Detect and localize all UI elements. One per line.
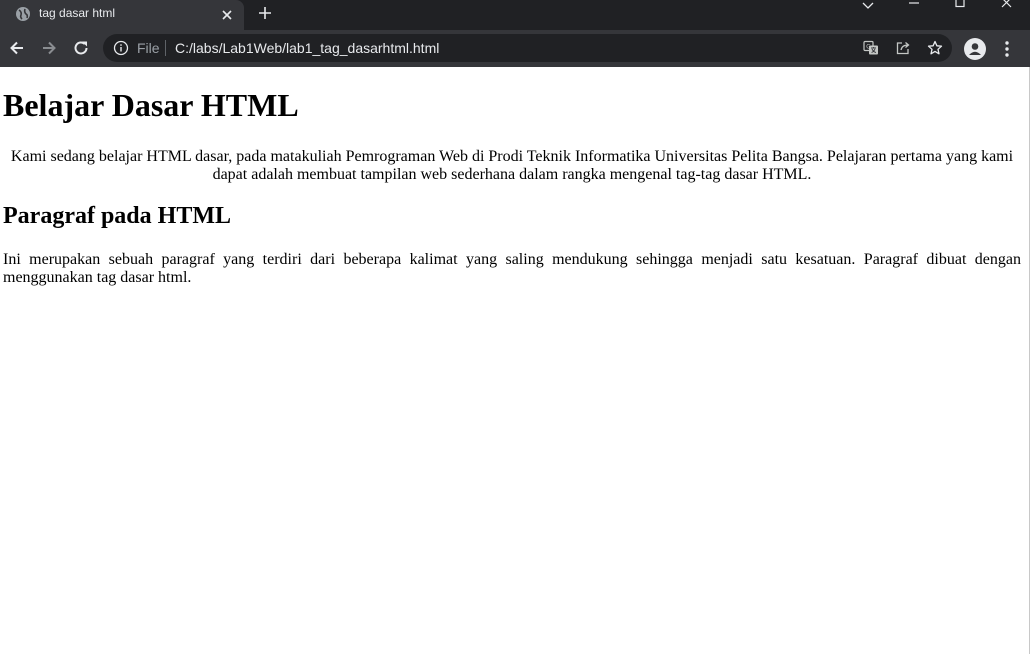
body-paragraph: Ini merupakan sebuah paragraf yang terdi… — [3, 251, 1021, 286]
section-heading: Paragraf pada HTML — [3, 203, 231, 229]
address-bar[interactable]: File C:/labs/Lab1Web/lab1_tag_dasarhtml.… — [103, 34, 952, 62]
minimize-icon[interactable] — [891, 0, 937, 30]
tab-strip: tag dasar html — [0, 0, 1030, 30]
new-tab-icon[interactable] — [257, 5, 273, 21]
back-arrow-icon[interactable] — [8, 39, 26, 57]
svg-text:G: G — [866, 44, 871, 51]
more-menu-icon[interactable] — [998, 39, 1016, 59]
info-icon[interactable] — [113, 40, 129, 56]
close-tab-icon[interactable] — [219, 7, 235, 23]
maximize-icon[interactable] — [937, 0, 983, 30]
globe-icon — [15, 6, 31, 22]
reload-icon[interactable] — [72, 39, 90, 57]
address-divider — [165, 40, 166, 56]
page-viewport: Belajar Dasar HTML Kami sedang belajar H… — [0, 67, 1030, 654]
forward-arrow-icon[interactable] — [40, 39, 58, 57]
page-heading: Belajar Dasar HTML — [3, 87, 299, 123]
bookmark-star-icon[interactable] — [927, 40, 943, 56]
browser-toolbar: File C:/labs/Lab1Web/lab1_tag_dasarhtml.… — [0, 30, 1030, 67]
scheme-label: File — [137, 40, 160, 56]
url-text[interactable]: C:/labs/Lab1Web/lab1_tag_dasarhtml.html — [175, 40, 439, 56]
share-icon[interactable] — [895, 40, 911, 56]
intro-paragraph: Kami sedang belajar HTML dasar, pada mat… — [10, 148, 1014, 183]
tab-title: tag dasar html — [39, 6, 116, 20]
close-window-icon[interactable] — [984, 0, 1030, 30]
tab-search-icon[interactable] — [845, 0, 891, 30]
translate-icon[interactable]: G — [863, 40, 879, 56]
profile-avatar-icon[interactable] — [964, 38, 986, 60]
browser-tab[interactable]: tag dasar html — [0, 0, 244, 30]
